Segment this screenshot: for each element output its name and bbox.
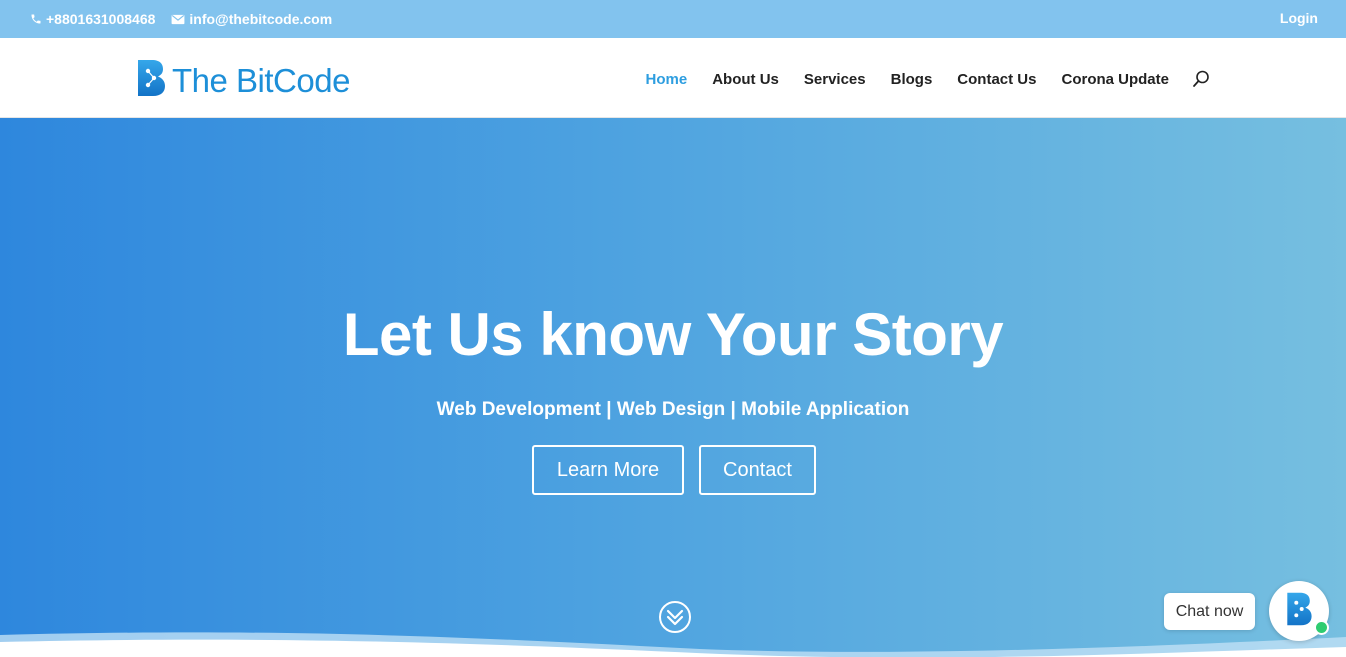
- login-link[interactable]: Login: [1280, 10, 1318, 26]
- search-icon[interactable]: [1191, 69, 1211, 89]
- hero-title: Let Us know Your Story: [342, 301, 1004, 368]
- hero-section: Let Us know Your Story Web Development |…: [0, 118, 1346, 657]
- learn-more-button[interactable]: Learn More: [532, 445, 684, 495]
- email-link[interactable]: info@thebitcode.com: [171, 11, 332, 27]
- online-status-dot: [1314, 620, 1329, 635]
- nav-home[interactable]: Home: [646, 71, 688, 88]
- bitcode-logo-icon: [1284, 591, 1314, 632]
- hero-subtitle: Web Development | Web Design | Mobile Ap…: [436, 399, 910, 420]
- contact-info: +8801631008468 info@thebitcode.com: [30, 11, 332, 27]
- site-header: The BitCode Home About Us Services Blogs…: [0, 38, 1346, 118]
- contact-button[interactable]: Contact: [699, 445, 816, 495]
- nav-blogs[interactable]: Blogs: [891, 71, 933, 88]
- phone-link[interactable]: +8801631008468: [30, 11, 155, 27]
- bitcode-logo-icon: [136, 58, 166, 103]
- nav-about-us[interactable]: About Us: [712, 71, 779, 88]
- top-bar: +8801631008468 info@thebitcode.com Login: [0, 0, 1346, 38]
- email-address: info@thebitcode.com: [189, 11, 333, 27]
- double-chevron-down-icon[interactable]: [658, 600, 692, 634]
- main-nav: Home About Us Services Blogs Contact Us …: [621, 69, 1211, 89]
- nav-contact-us[interactable]: Contact Us: [957, 71, 1036, 88]
- phone-icon: [30, 13, 42, 25]
- envelope-icon: [171, 14, 185, 25]
- site-logo[interactable]: The BitCode: [136, 58, 350, 103]
- nav-corona-update[interactable]: Corona Update: [1061, 71, 1169, 88]
- hero-buttons: Learn More Contact: [532, 445, 816, 495]
- logo-text: The BitCode: [172, 62, 350, 99]
- phone-number: +8801631008468: [46, 11, 156, 27]
- nav-services[interactable]: Services: [804, 71, 866, 88]
- chat-now-label[interactable]: Chat now: [1164, 593, 1255, 630]
